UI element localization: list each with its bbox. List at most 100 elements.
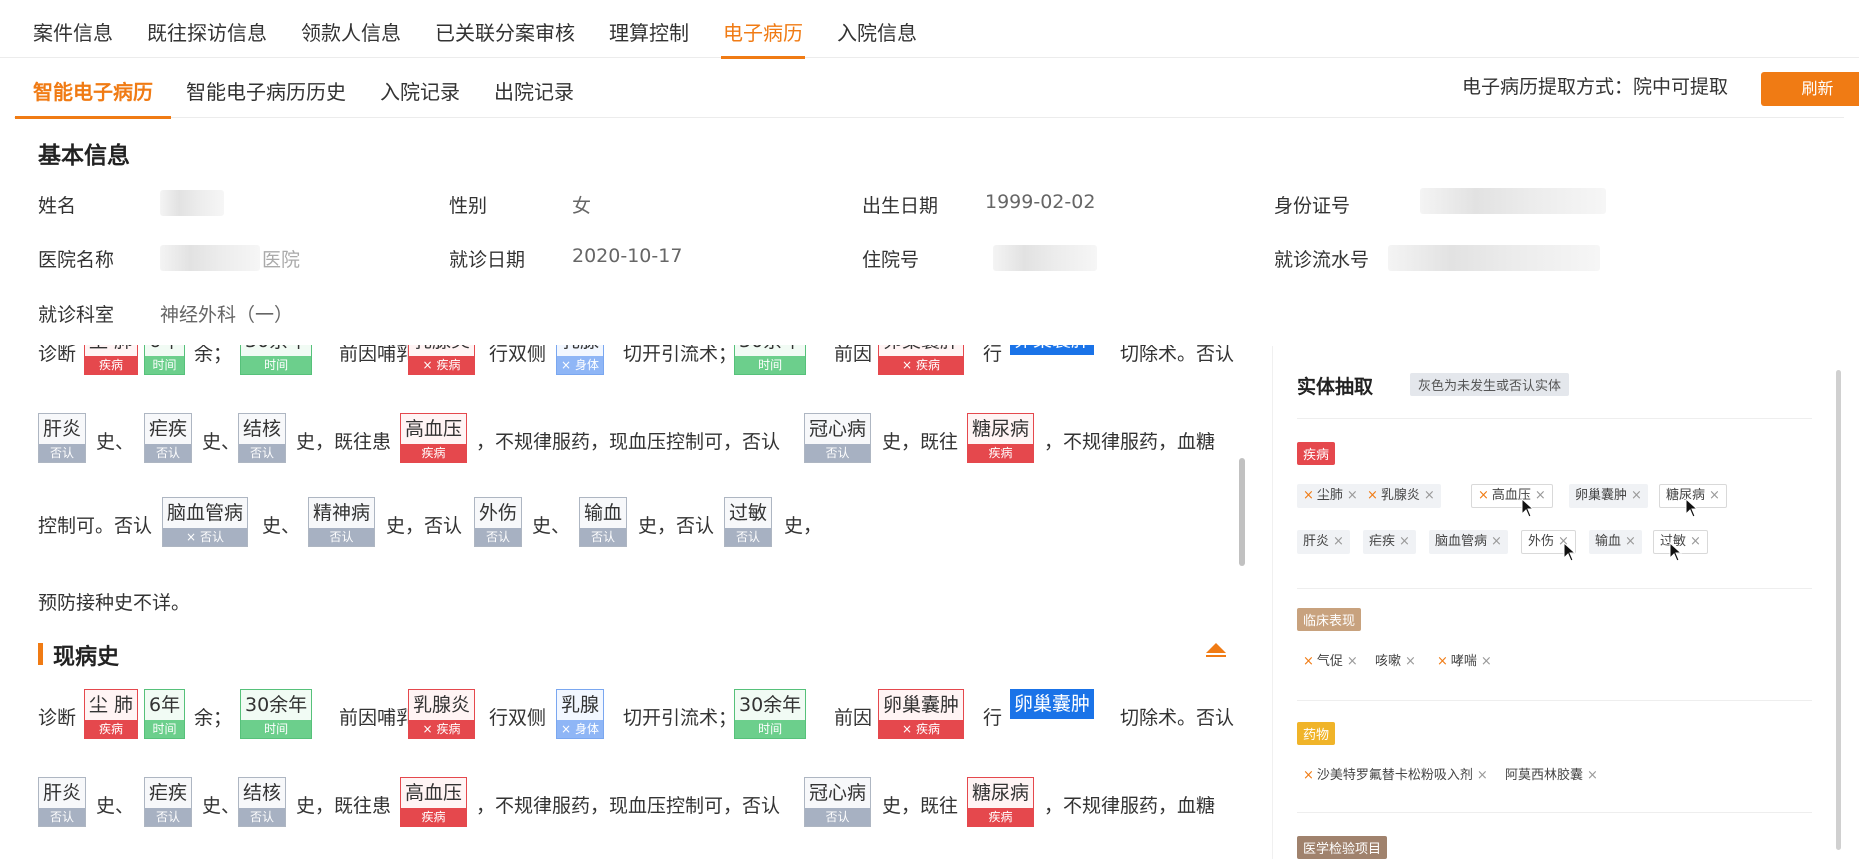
text-token: 控制可。否认 — [38, 515, 153, 537]
chip-shortness-of-breath[interactable]: × 气促 × — [1297, 650, 1364, 674]
entity-ovarian-cyst-surgery[interactable]: 卵巢囊肿 — [1010, 689, 1095, 719]
text-token: 史、 — [96, 431, 135, 453]
tab-admission-record[interactable]: 入院记录 — [380, 60, 460, 118]
close-icon: × — [1480, 654, 1492, 669]
entity-6-years[interactable]: 6年时间 — [144, 689, 186, 739]
entity-malaria[interactable]: 疟疾 否认 — [144, 777, 193, 827]
tab-payee-info[interactable]: 领款人信息 — [301, 0, 401, 58]
text-token: 行 — [983, 345, 1003, 365]
tab-linked-review[interactable]: 已关联分案审核 — [435, 0, 575, 58]
text-token: 史，既往 — [882, 795, 959, 817]
inpatient-no-redacted — [993, 245, 1097, 271]
entity-mastitis[interactable]: 乳腺炎× 疾病 — [408, 345, 476, 375]
entity-malaria[interactable]: 疟疾 否认 — [144, 413, 193, 463]
entity-diabetes[interactable]: 糖尿病 疾病 — [967, 413, 1035, 463]
text-token: 史、 — [202, 431, 241, 453]
tab-emr[interactable]: 电子病历 — [721, 0, 805, 59]
record-scrollbar[interactable] — [1239, 458, 1245, 566]
text-token: 行双侧 — [489, 345, 547, 365]
text-token: 切开引流术； — [623, 707, 738, 729]
chip-transfusion[interactable]: 输血 × — [1589, 530, 1642, 554]
record-row-history-3: 肝炎 否认 史、 疟疾 否认 史、 结核 否认 史，既往患 高血压 疾病 ，不规律服药，… — [14, 777, 1244, 841]
text-token: 史、 — [262, 515, 301, 537]
text-token: 前因哺乳 — [339, 707, 416, 729]
entity-hypertension[interactable]: 高血压 疾病 — [400, 777, 468, 827]
text-token: ，不规律服药，现血压控制可，否认 — [476, 795, 781, 817]
chip-hypertension[interactable]: × 高血压 × — [1471, 484, 1553, 508]
entity-ovarian-cyst[interactable]: 卵巢囊肿× 疾病 — [878, 689, 965, 739]
entity-mastitis[interactable]: 乳腺炎× 疾病 — [408, 689, 476, 739]
entity-hepatitis[interactable]: 肝炎 否认 — [38, 777, 87, 827]
chip-dust-lung[interactable]: × 尘肺 × — [1297, 484, 1364, 508]
refresh-button[interactable]: 刷新 — [1761, 72, 1859, 106]
entity-coronary-heart-disease[interactable]: 冠心病 否认 — [804, 413, 872, 463]
entity-hepatitis[interactable]: 肝炎 否认 — [38, 413, 87, 463]
chip-hepatitis[interactable]: 肝炎 × — [1297, 530, 1350, 554]
entity-transfusion[interactable]: 输血 否认 — [579, 497, 628, 547]
entity-panel-scrollbar[interactable] — [1836, 370, 1841, 850]
chip-cerebrovascular[interactable]: 脑血管病 × — [1429, 530, 1508, 554]
entity-breast[interactable]: 乳腺× 身体 — [556, 689, 605, 739]
text-token: ，不规律服药，现血压控制可，否认 — [476, 431, 781, 453]
entity-coronary-heart-disease[interactable]: 冠心病 否认 — [804, 777, 872, 827]
entity-tuberculosis[interactable]: 结核 否认 — [238, 413, 287, 463]
chip-ovarian-cyst[interactable]: 卵巢囊肿 × — [1569, 484, 1648, 508]
entity-extraction-panel: 实体抽取 灰色为未发生或否认实体 疾病 × 尘肺 × × 乳腺炎 × × 高血压 × 卵巢囊… — [1272, 346, 1848, 859]
chip-amoxicillin[interactable]: 阿莫西林胶囊 × — [1499, 764, 1604, 788]
collapse-up-icon[interactable] — [1204, 641, 1228, 659]
text-token: 史、 — [532, 515, 571, 537]
close-icon: × — [1476, 768, 1488, 783]
close-icon: × — [1625, 534, 1636, 549]
top-tab-bar: 案件信息 既往探访信息 领款人信息 已关联分案审核 理算控制 电子病历 入院信息 — [0, 0, 1859, 59]
birth-value: 1999-02-02 — [985, 191, 1096, 213]
id-value-redacted — [1420, 188, 1606, 214]
close-icon: × — [1399, 534, 1410, 549]
record-row-history-1: 肝炎 否认 史、 疟疾 否认 史、 结核 否认 史，既往患 高血压 疾病 ，不规律服药，… — [14, 413, 1244, 477]
entity-ovarian-cyst[interactable]: 卵巢囊肿× 疾病 — [878, 345, 965, 375]
category-lab-tag: 医学检验项目 — [1297, 836, 1388, 859]
tab-discharge-record[interactable]: 出院记录 — [494, 60, 574, 118]
gender-label: 性别 — [449, 195, 488, 217]
tab-admission-info[interactable]: 入院信息 — [837, 0, 917, 58]
tab-past-visit-info[interactable]: 既往探访信息 — [147, 0, 267, 58]
text-token: 史，否认 — [386, 515, 463, 537]
entity-diabetes[interactable]: 糖尿病 疾病 — [967, 777, 1035, 827]
text-token: 前因 — [834, 345, 873, 365]
chip-cough[interactable]: 咳嗽 × — [1369, 650, 1422, 674]
entity-dust-lung[interactable]: 尘 肺疾病 — [84, 689, 139, 739]
entity-allergy[interactable]: 过敏 否认 — [724, 497, 773, 547]
extract-method-label: 电子病历提取方式：院中可提取 — [1462, 76, 1729, 98]
tab-claim-control[interactable]: 理算控制 — [609, 0, 689, 58]
text-token: 行双侧 — [489, 707, 547, 729]
entity-30-years[interactable]: 30余年时间 — [240, 345, 313, 375]
chip-mastitis[interactable]: × 乳腺炎 × — [1361, 484, 1441, 508]
entity-tuberculosis[interactable]: 结核 否认 — [238, 777, 287, 827]
heading-accent-bar — [38, 643, 43, 665]
category-drug-tag: 药物 — [1297, 722, 1336, 745]
close-icon: × — [1534, 488, 1546, 503]
entity-ovarian-cyst-surgery[interactable]: 卵巢囊肿 — [1010, 345, 1095, 355]
entity-30-years-2[interactable]: 30余年时间 — [734, 689, 807, 739]
entity-6-years[interactable]: 6年时间 — [144, 345, 186, 375]
close-icon: × — [1405, 654, 1416, 669]
text-token: 切开引流术； — [623, 345, 738, 365]
tab-case-info[interactable]: 案件信息 — [33, 0, 113, 58]
entity-trauma[interactable]: 外伤 否认 — [474, 497, 523, 547]
entity-dust-lung[interactable]: 尘 肺疾病 — [84, 345, 139, 375]
text-token: 史，既往患 — [296, 795, 392, 817]
entity-breast[interactable]: 乳腺× 身体 — [556, 345, 605, 375]
entity-30-years-2[interactable]: 30余年时间 — [734, 345, 807, 375]
record-row-diagnosis-top: 诊断 尘 肺疾病 6年时间 余； 30余年时间 前因哺乳 乳腺炎× 疾病 行双侧… — [14, 345, 1244, 389]
entity-mental-illness[interactable]: 精神病 否认 — [308, 497, 376, 547]
tab-smart-emr-history[interactable]: 智能电子病历历史 — [186, 60, 346, 118]
chip-salmeterol-fluticasone[interactable]: × 沙美特罗氟替卡松粉吸入剂 × — [1297, 764, 1494, 788]
tab-smart-emr[interactable]: 智能电子病历 — [15, 60, 171, 119]
entity-cerebrovascular-disease[interactable]: 脑血管病 × 否认 — [162, 497, 249, 547]
text-token: 史、 — [96, 795, 135, 817]
name-value-redacted — [160, 190, 224, 216]
chip-asthma[interactable]: × 哮喘 × — [1431, 650, 1498, 674]
entity-30-years[interactable]: 30余年时间 — [240, 689, 313, 739]
entity-hypertension[interactable]: 高血压 疾病 — [400, 413, 468, 463]
chip-malaria[interactable]: 疟疾 × — [1363, 530, 1416, 554]
divider — [1297, 588, 1812, 589]
